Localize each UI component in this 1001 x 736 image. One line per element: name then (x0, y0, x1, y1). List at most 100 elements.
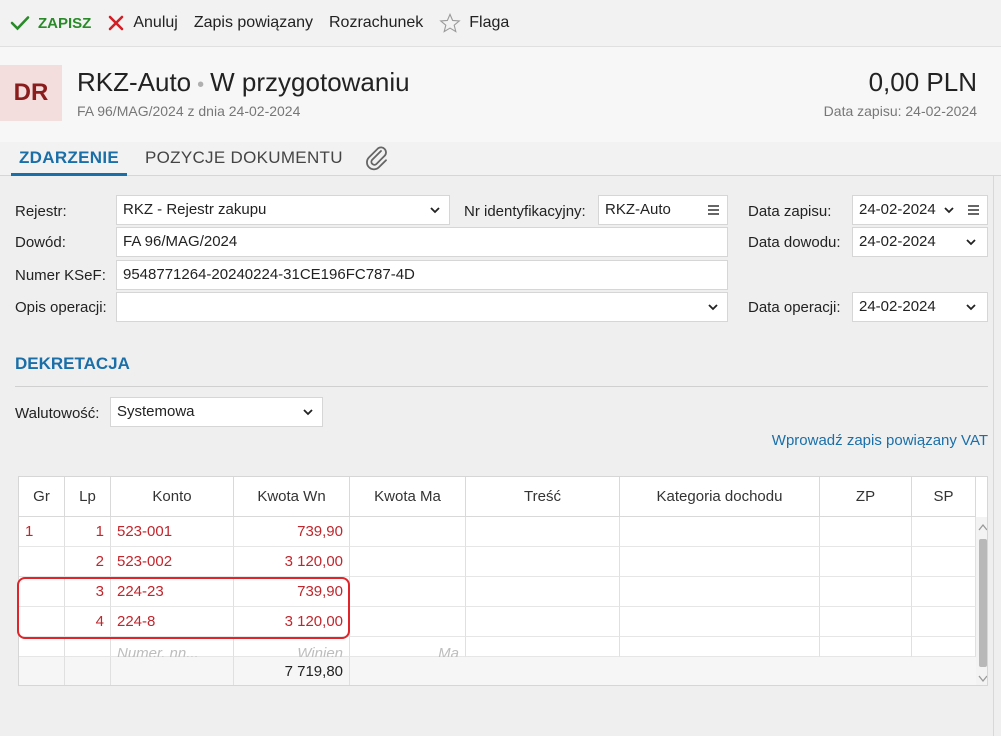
cell-kwota-ma[interactable] (350, 517, 466, 547)
cell-lp[interactable]: 4 (65, 607, 111, 637)
cell-kwota-wn[interactable]: 739,90 (234, 517, 350, 547)
cell-kategoria[interactable] (620, 607, 820, 637)
cancel-button[interactable]: Anuluj (99, 0, 185, 46)
flag-label: Flaga (469, 14, 510, 31)
total-konto (111, 657, 234, 685)
new-row-tresc[interactable] (466, 637, 620, 657)
dot-separator: • (197, 74, 205, 96)
linked-record-button[interactable]: Zapis powiązany (186, 0, 321, 46)
cell-zp[interactable] (820, 547, 912, 577)
cell-tresc[interactable] (466, 607, 620, 637)
cell-sp[interactable] (912, 517, 976, 547)
cell-zp[interactable] (820, 607, 912, 637)
proof-date-label: Data dowodu: (748, 234, 841, 251)
cell-konto[interactable]: 523-002 (111, 547, 234, 577)
flag-button[interactable]: Flaga (431, 0, 517, 46)
total-gr (19, 657, 65, 685)
scroll-up-icon[interactable] (978, 523, 988, 531)
column-header-kwota-ma[interactable]: Kwota Ma (350, 477, 466, 517)
ksef-field[interactable]: 9548771264-20240224-31CE196FC787-4D (116, 260, 728, 290)
column-header-kategoria[interactable]: Kategoria dochodu (620, 477, 820, 517)
operation-date-label: Data operacji: (748, 299, 841, 316)
column-header-konto[interactable]: Konto (111, 477, 234, 517)
chevron-down-icon (966, 304, 976, 311)
column-header-lp[interactable]: Lp (65, 477, 111, 517)
operation-description-label: Opis operacji: (15, 299, 107, 316)
cell-lp[interactable]: 2 (65, 547, 111, 577)
cell-gr[interactable] (19, 547, 65, 577)
column-header-zp[interactable]: ZP (820, 477, 912, 517)
column-header-gr[interactable]: Gr (19, 477, 65, 517)
cell-kwota-ma[interactable] (350, 577, 466, 607)
chevron-down-icon (966, 239, 976, 246)
new-row-kategoria[interactable] (620, 637, 820, 657)
tab-document-items[interactable]: POZYCJE DOKUMENTU (145, 142, 343, 176)
cell-zp[interactable] (820, 517, 912, 547)
cell-lp[interactable]: 1 (65, 517, 111, 547)
cell-konto[interactable]: 224-8 (111, 607, 234, 637)
cell-kategoria[interactable] (620, 547, 820, 577)
cell-konto[interactable]: 523-001 (111, 517, 234, 547)
add-vat-linked-record-link[interactable]: Wprowadź zapis powiązany VAT (772, 432, 988, 449)
operation-date-field[interactable]: 24-02-2024 (852, 292, 988, 322)
document-amount: 0,00 PLN (868, 67, 977, 97)
proof-field[interactable]: FA 96/MAG/2024 (116, 227, 728, 257)
cell-sp[interactable] (912, 547, 976, 577)
id-number-value: RKZ-Auto (605, 201, 671, 218)
cell-zp[interactable] (820, 577, 912, 607)
cell-kategoria[interactable] (620, 517, 820, 547)
new-row-ma-input[interactable]: Ma (350, 637, 466, 662)
paperclip-icon (366, 146, 387, 171)
grid-scrollbar-thumb[interactable] (979, 539, 987, 667)
new-row-zp[interactable] (820, 637, 912, 657)
cell-kwota-ma[interactable] (350, 607, 466, 637)
cell-lp[interactable]: 3 (65, 577, 111, 607)
cell-sp[interactable] (912, 607, 976, 637)
column-header-tresc[interactable]: Treść (466, 477, 620, 517)
cell-sp[interactable] (912, 577, 976, 607)
cell-kwota-wn[interactable]: 739,90 (234, 577, 350, 607)
chevron-down-icon (430, 207, 440, 214)
cell-kwota-wn[interactable]: 3 120,00 (234, 607, 350, 637)
register-select[interactable]: RKZ - Rejestr zakupu (116, 195, 450, 225)
cell-gr[interactable] (19, 577, 65, 607)
cell-gr[interactable] (19, 607, 65, 637)
form-scrollbar[interactable] (993, 176, 1001, 736)
total-kwota-wn: 7 719,80 (234, 657, 350, 685)
new-row-sp[interactable] (912, 637, 976, 657)
tab-attachments[interactable] (364, 144, 390, 178)
cell-gr[interactable]: 1 (19, 517, 65, 547)
column-header-sp[interactable]: SP (912, 477, 976, 517)
register-value: RKZ - Rejestr zakupu (123, 201, 267, 218)
save-button[interactable]: ZAPISZ (0, 0, 99, 46)
operation-description-select[interactable] (116, 292, 728, 322)
settlement-button[interactable]: Rozrachunek (321, 0, 431, 46)
record-date-field[interactable]: 24-02-2024 (852, 195, 988, 225)
cell-kwota-ma[interactable] (350, 547, 466, 577)
cell-konto[interactable]: 224-23 (111, 577, 234, 607)
currency-select[interactable]: Systemowa (110, 397, 323, 427)
column-header-kwota-wn[interactable]: Kwota Wn (234, 477, 350, 517)
cell-kwota-wn[interactable]: 3 120,00 (234, 547, 350, 577)
new-row-lp[interactable] (65, 637, 111, 657)
scroll-down-icon[interactable] (978, 675, 988, 683)
proof-label: Dowód: (15, 234, 66, 251)
settlement-label: Rozrachunek (329, 14, 424, 31)
record-date-value: 24-02-2024 (859, 201, 936, 218)
posting-grid: Gr Lp Konto Kwota Wn Kwota Ma Treść Kate… (18, 476, 988, 686)
id-number-field[interactable]: RKZ-Auto (598, 195, 728, 225)
close-icon (109, 15, 124, 31)
new-row-wn-input[interactable]: Winien (234, 637, 350, 662)
page-title: RKZ-Auto • W przygotowaniu (77, 67, 410, 98)
total-lp (65, 657, 111, 685)
new-row-gr[interactable] (19, 637, 65, 657)
ksef-value: 9548771264-20240224-31CE196FC787-4D (123, 266, 415, 283)
cell-kategoria[interactable] (620, 577, 820, 607)
new-row-konto-input[interactable]: Numer, nn... (111, 637, 234, 662)
grid-scrollbar[interactable] (976, 517, 988, 685)
proof-date-field[interactable]: 24-02-2024 (852, 227, 988, 257)
tab-event[interactable]: ZDARZENIE (11, 142, 127, 176)
cell-tresc[interactable] (466, 577, 620, 607)
cell-tresc[interactable] (466, 517, 620, 547)
cell-tresc[interactable] (466, 547, 620, 577)
